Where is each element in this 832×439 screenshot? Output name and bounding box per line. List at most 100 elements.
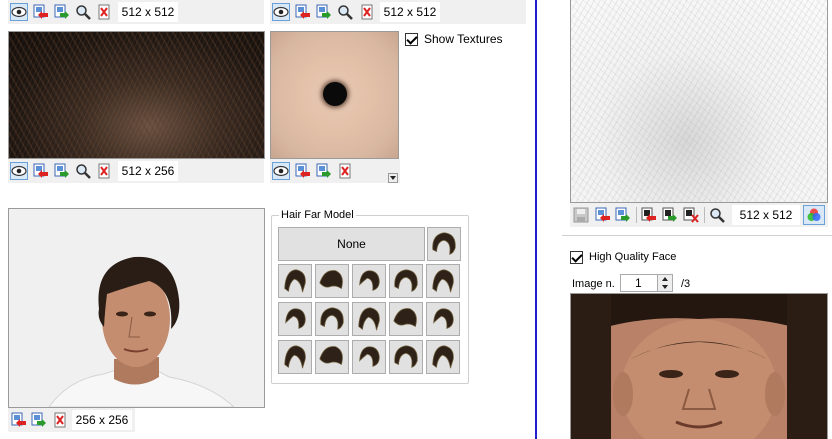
import-alpha-button[interactable] [640, 206, 658, 224]
export-button[interactable] [315, 162, 333, 180]
export-alpha-button[interactable] [661, 206, 679, 224]
hair-model-icon [359, 346, 380, 367]
hair-model-option[interactable] [315, 264, 349, 298]
export-icon [615, 207, 630, 222]
hair-texture-image[interactable] [8, 31, 265, 159]
eye-icon [273, 6, 289, 18]
export-button[interactable] [53, 162, 71, 180]
skin-texture-center-mark [323, 82, 347, 106]
delete-icon [361, 4, 373, 20]
hair-model-icon [432, 232, 456, 255]
image-n-spinner[interactable]: 1 [620, 274, 673, 292]
hair-model-icon [432, 345, 454, 369]
delete-icon [98, 163, 110, 179]
eye-icon [11, 165, 27, 177]
texture-size-label: 512 x 512 [732, 205, 800, 225]
import-button[interactable] [10, 411, 28, 429]
import-icon [11, 412, 26, 427]
hair-model-option[interactable] [352, 302, 386, 336]
color-channels-button[interactable] [803, 205, 825, 225]
hair-model-icon [320, 307, 344, 330]
dropdown-button[interactable] [388, 173, 398, 183]
right-section-divider [562, 235, 832, 236]
export-button[interactable] [53, 3, 71, 21]
delete-alpha-button[interactable] [682, 206, 700, 224]
save-icon [573, 207, 589, 223]
import-icon [33, 4, 48, 19]
hair-model-option[interactable] [315, 340, 349, 374]
export-icon [54, 4, 69, 19]
delete-button[interactable] [336, 162, 354, 180]
hair-model-option[interactable] [427, 227, 461, 261]
magnifier-icon [76, 164, 91, 179]
hair-model-option[interactable] [426, 340, 460, 374]
hair-model-option[interactable] [278, 264, 312, 298]
show-button[interactable] [272, 3, 290, 21]
hair-model-option[interactable] [389, 340, 423, 374]
texture-size-label: 512 x 512 [380, 2, 440, 22]
hair-model-option[interactable] [426, 302, 460, 336]
import-button[interactable] [294, 3, 312, 21]
zoom-button[interactable] [74, 162, 92, 180]
spin-up-arrow-icon [662, 277, 668, 281]
show-button[interactable] [272, 162, 290, 180]
hair-none-button[interactable]: None [278, 227, 425, 261]
high-quality-face-checkbox[interactable] [570, 251, 583, 264]
show-button[interactable] [10, 162, 28, 180]
delete-button[interactable] [95, 3, 113, 21]
delete-button[interactable] [358, 3, 376, 21]
hair-model-option[interactable] [389, 302, 423, 336]
show-textures-checkbox[interactable] [405, 33, 418, 46]
import-button[interactable] [294, 162, 312, 180]
hair-model-icon [319, 346, 343, 366]
delete-button[interactable] [95, 162, 113, 180]
face-texture-image[interactable] [570, 293, 828, 439]
show-button[interactable] [10, 3, 28, 21]
show-textures-label: Show Textures [424, 32, 503, 46]
import-alpha-icon [641, 207, 656, 222]
hair-model-option[interactable] [278, 302, 312, 336]
export-icon [316, 4, 331, 19]
hair-model-option[interactable] [352, 340, 386, 374]
fur-texture-image[interactable] [570, 0, 828, 203]
delete-icon [54, 412, 66, 428]
hair-model-icon [284, 269, 306, 293]
import-button[interactable] [594, 206, 612, 224]
import-icon [295, 163, 310, 178]
hair-model-icon [432, 269, 454, 293]
hair-model-option[interactable] [389, 264, 423, 298]
hair-model-icon [394, 345, 418, 368]
toolbar-separator [704, 207, 705, 223]
import-button[interactable] [32, 3, 50, 21]
image-n-value: 1 [635, 276, 642, 290]
player-preview-image [8, 208, 265, 408]
hair-model-icon [393, 308, 417, 328]
spin-down-arrow-icon [662, 285, 668, 289]
hair-model-icon [319, 270, 343, 290]
magnifier-icon [338, 5, 353, 20]
export-icon [54, 163, 69, 178]
hair-model-option[interactable] [426, 264, 460, 298]
hair-model-icon [284, 345, 306, 369]
spin-down-button[interactable] [657, 283, 672, 291]
save-button[interactable] [572, 206, 590, 224]
hair-model-option[interactable] [278, 340, 312, 374]
hair-model-option[interactable] [352, 264, 386, 298]
hair-model-icon [394, 269, 418, 292]
export-button[interactable] [315, 3, 333, 21]
dropdown-arrow-icon [390, 175, 396, 180]
hair-model-icon [359, 270, 380, 291]
skin-texture-image[interactable] [270, 31, 399, 159]
zoom-button[interactable] [708, 206, 726, 224]
import-button[interactable] [32, 162, 50, 180]
zoom-button[interactable] [336, 3, 354, 21]
hair-far-model-label: Hair Far Model [279, 209, 356, 221]
delete-button[interactable] [51, 411, 69, 429]
delete-icon [339, 163, 351, 179]
toolbar-separator [636, 207, 637, 223]
zoom-button[interactable] [74, 3, 92, 21]
export-alpha-icon [662, 207, 677, 222]
hair-model-option[interactable] [315, 302, 349, 336]
export-button[interactable] [614, 206, 632, 224]
export-button[interactable] [30, 411, 48, 429]
